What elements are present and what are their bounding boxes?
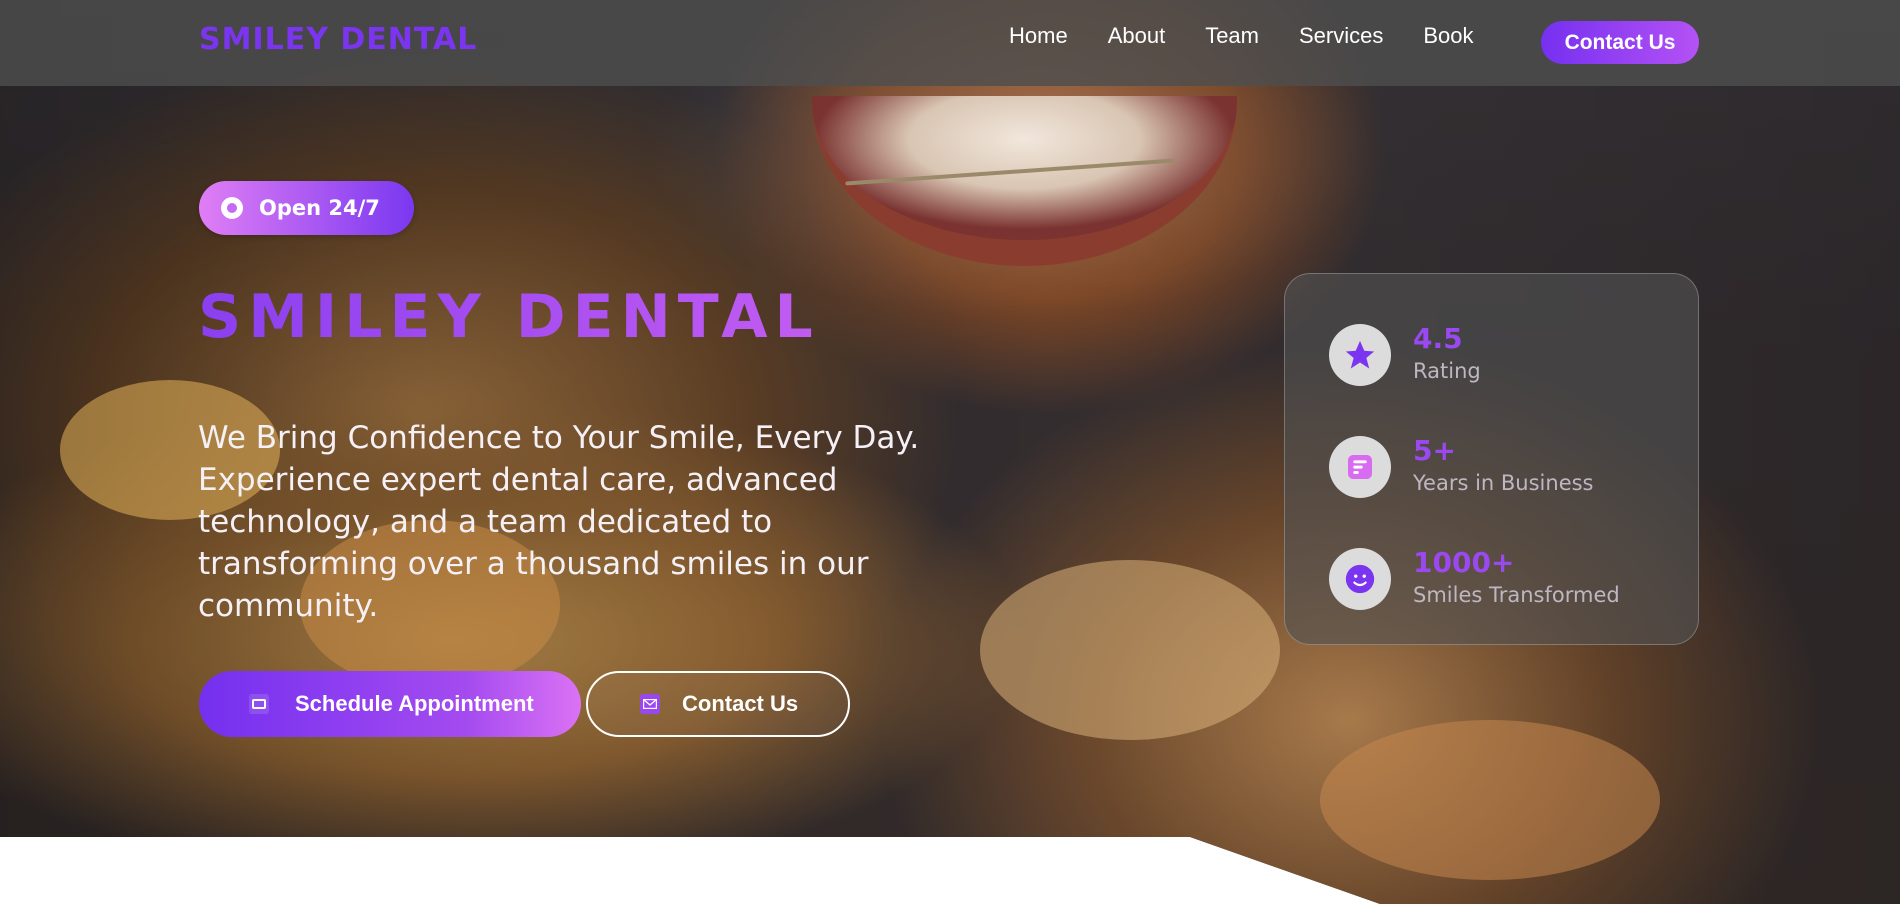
hero-title: SMILEY DENTAL [198,282,820,352]
stat-value: 5+ [1413,434,1456,467]
nav-link-team[interactable]: Team [1205,23,1259,49]
contact-us-label: Contact Us [682,691,799,716]
contact-us-button[interactable]: Contact Us [586,671,850,737]
nav-link-home[interactable]: Home [1009,23,1068,49]
open-hours-badge: Open 24/7 [199,181,414,235]
stat-years: 5+ Years in Business [1329,434,1698,498]
calendar-icon [249,694,269,714]
mail-icon [640,694,660,714]
hero-photo-fabric [1320,720,1660,880]
stat-value: 4.5 [1413,322,1463,355]
document-icon [1329,436,1391,498]
clock-icon [221,197,243,219]
stat-smiles: 1000+ Smiles Transformed [1329,546,1698,610]
stat-value: 1000+ [1413,546,1515,579]
main-nav: Home About Team Services Book [1009,23,1474,49]
hero-description: We Bring Confidence to Your Smile, Every… [198,420,920,624]
nav-link-about[interactable]: About [1108,23,1166,49]
stat-rating: 4.5 Rating [1329,322,1698,386]
nav-link-book[interactable]: Book [1423,23,1473,49]
badge-label: Open 24/7 [259,196,380,220]
stat-label: Years in Business [1413,471,1594,495]
schedule-appointment-button[interactable]: Schedule Appointment [199,671,581,737]
nav-contact-button[interactable]: Contact Us [1541,21,1699,64]
stat-label: Smiles Transformed [1413,583,1620,607]
hero-photo-fabric [980,560,1280,740]
smiley-icon [1329,548,1391,610]
schedule-appointment-label: Schedule Appointment [295,691,534,716]
navbar: SMILEY DENTAL Home About Team Services B… [0,0,1900,86]
stats-card: 4.5 Rating 5+ Years in Business 1000+ Sm… [1284,273,1699,645]
nav-link-services[interactable]: Services [1299,23,1383,49]
brand-logo[interactable]: SMILEY DENTAL [199,22,477,57]
star-icon [1329,324,1391,386]
stat-label: Rating [1413,359,1481,383]
